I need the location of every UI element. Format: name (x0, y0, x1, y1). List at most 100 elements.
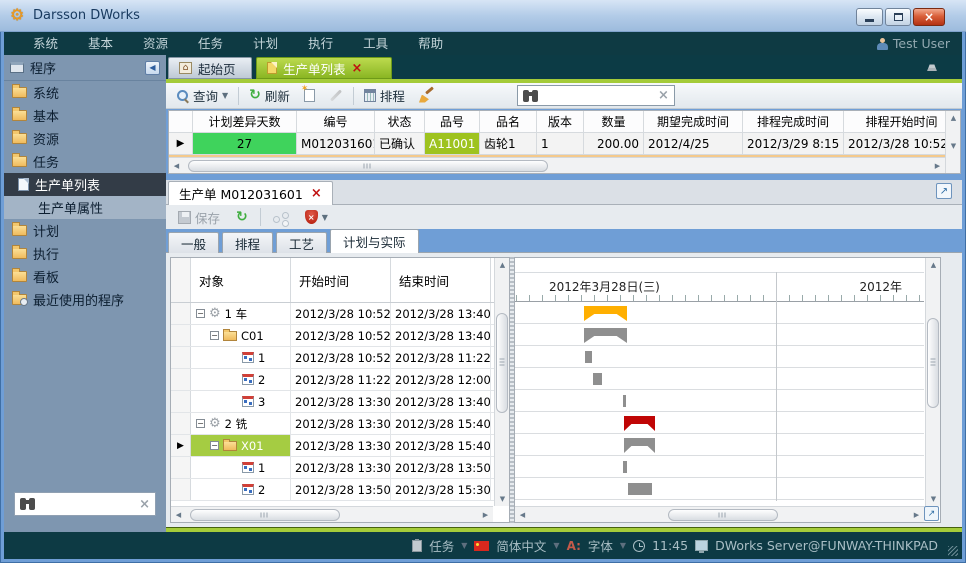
sidebar-item-execute[interactable]: 执行 (4, 242, 166, 265)
security-button[interactable]: × ▼ (301, 208, 332, 226)
detail-tab-production-order[interactable]: 生产单 M012031601 × (168, 181, 333, 205)
col-version[interactable]: 版本 (537, 111, 584, 133)
tree-row[interactable]: − 2 2012/3/28 11:22 2012/3/28 12:00 (171, 369, 509, 391)
scroll-right-icon[interactable]: ▶ (930, 159, 945, 173)
menu-basic[interactable]: 基本 (73, 32, 128, 55)
scroll-up-icon[interactable]: ▲ (946, 111, 961, 125)
col-sched-finish[interactable]: 排程完成时间 (743, 111, 844, 133)
chevron-down-icon[interactable]: ▼ (461, 541, 467, 550)
gantt-bar[interactable] (623, 461, 627, 473)
scrollbar-thumb[interactable] (668, 509, 778, 521)
scrollbar-thumb[interactable] (190, 509, 340, 521)
col-object[interactable]: 对象 (191, 258, 291, 302)
close-tab-icon[interactable]: × (352, 62, 363, 75)
col-sched-start[interactable]: 排程开始时间 (844, 111, 960, 133)
gantt-bar[interactable] (624, 438, 655, 453)
menu-execute[interactable]: 执行 (293, 32, 348, 55)
menu-plan[interactable]: 计划 (238, 32, 293, 55)
menu-help[interactable]: 帮助 (403, 32, 458, 55)
col-expected-finish[interactable]: 期望完成时间 (644, 111, 743, 133)
new-button[interactable] (300, 87, 319, 104)
sidebar-collapse-button[interactable]: ◀ (145, 61, 160, 75)
gantt-bar[interactable] (623, 395, 626, 407)
scrollbar-thumb[interactable] (496, 313, 508, 413)
resize-grip[interactable] (948, 546, 958, 556)
pin-icon[interactable] (924, 61, 940, 71)
clean-button[interactable] (415, 87, 439, 105)
gantt-bar[interactable] (624, 416, 655, 431)
refresh-detail-button[interactable]: ↻ (232, 209, 252, 226)
status-font[interactable]: 字体 (588, 536, 613, 555)
col-qty[interactable]: 数量 (584, 111, 644, 133)
clear-search-icon[interactable]: × (658, 89, 669, 102)
grid-horizontal-scrollbar[interactable]: ◀ ▶ (169, 157, 945, 173)
minimize-button[interactable] (856, 8, 883, 26)
grid-vertical-scrollbar[interactable]: ▲ ▼ (945, 111, 960, 173)
tree-row[interactable]: − 1 车 2012/3/28 10:52 2012/3/28 13:40 (171, 303, 509, 325)
col-code[interactable]: 编号 (297, 111, 375, 133)
tree-vertical-scrollbar[interactable]: ▲ ▼ (494, 258, 509, 506)
edit-button[interactable] (325, 92, 347, 99)
sidebar-item-production-order-props[interactable]: 生产单属性 (4, 196, 166, 219)
close-tab-icon[interactable]: × (311, 187, 322, 200)
tab-home[interactable]: ⌂ 起始页 (168, 57, 252, 79)
subtab-plan-vs-actual[interactable]: 计划与实际 (330, 229, 419, 253)
expander-icon[interactable]: − (196, 419, 205, 428)
popout-icon[interactable]: ↗ (924, 506, 939, 521)
chevron-down-icon[interactable]: ▼ (620, 541, 626, 550)
tree-row[interactable]: − 1 2012/3/28 13:30 2012/3/28 13:50 (171, 457, 509, 479)
gantt-bar[interactable] (585, 351, 592, 363)
tree-row[interactable]: − X01 2012/3/28 13:30 2012/3/28 15:40 (171, 435, 509, 457)
scroll-left-icon[interactable]: ◀ (169, 159, 184, 173)
col-end-time[interactable]: 结束时间 (391, 258, 491, 302)
toolbar-search-input[interactable] (543, 88, 653, 104)
scroll-left-icon[interactable]: ◀ (515, 508, 530, 522)
workflow-button[interactable] (269, 209, 293, 226)
sidebar-search-input[interactable] (40, 496, 134, 512)
col-status[interactable]: 状态 (375, 111, 425, 133)
col-part-no[interactable]: 品号 (425, 111, 480, 133)
tree-row[interactable]: − 2 2012/3/28 13:50 2012/3/28 15:30 (171, 479, 509, 501)
tree-row[interactable]: − 3 2012/3/28 13:30 2012/3/28 13:40 (171, 391, 509, 413)
sidebar-item-system[interactable]: 系统 (4, 81, 166, 104)
scrollbar-thumb[interactable] (927, 318, 939, 408)
menu-resource[interactable]: 资源 (128, 32, 183, 55)
col-plan-diff[interactable]: 计划差异天数 (193, 111, 297, 133)
scroll-up-icon[interactable]: ▲ (495, 258, 510, 272)
status-task[interactable]: 任务 (429, 536, 454, 555)
scroll-right-icon[interactable]: ▶ (478, 508, 493, 522)
gantt-bar[interactable] (628, 483, 652, 495)
col-part-name[interactable]: 品名 (480, 111, 537, 133)
tree-horizontal-scrollbar[interactable]: ◀ ▶ (171, 506, 493, 522)
scrollbar-thumb[interactable] (188, 160, 548, 172)
gantt-bar[interactable] (584, 306, 627, 321)
maximize-button[interactable] (885, 8, 911, 26)
menu-task[interactable]: 任务 (183, 32, 238, 55)
scroll-right-icon[interactable]: ▶ (909, 508, 924, 522)
sidebar-item-plan[interactable]: 计划 (4, 219, 166, 242)
scroll-left-icon[interactable]: ◀ (171, 508, 186, 522)
clear-search-icon[interactable]: × (139, 498, 150, 511)
status-language[interactable]: 简体中文 (496, 536, 546, 555)
grid-data-row[interactable]: ▶ 27 M012031601 已确认 A11001 齿轮1 1 200.00 … (169, 133, 960, 155)
tab-production-order-list[interactable]: 生产单列表 × (256, 57, 392, 79)
sidebar-item-production-order-list[interactable]: 生产单列表 (4, 173, 166, 196)
scroll-up-icon[interactable]: ▲ (926, 258, 941, 272)
tree-row[interactable]: − C01 2012/3/28 10:52 2012/3/28 13:40 (171, 325, 509, 347)
scroll-down-icon[interactable]: ▼ (946, 139, 961, 153)
save-button[interactable]: 保存 (174, 206, 224, 229)
sidebar-item-task[interactable]: 任务 (4, 150, 166, 173)
refresh-button[interactable]: ↻ 刷新 (245, 84, 294, 107)
menu-tools[interactable]: 工具 (348, 32, 403, 55)
menu-system[interactable]: 系统 (18, 32, 73, 55)
scroll-down-icon[interactable]: ▼ (926, 492, 941, 506)
sidebar-item-resource[interactable]: 资源 (4, 127, 166, 150)
query-button[interactable]: 查询 ▼ (172, 84, 232, 107)
user-menu[interactable]: Test User (877, 32, 950, 55)
scroll-down-icon[interactable]: ▼ (495, 492, 510, 506)
open-external-icon[interactable]: ↗ (936, 183, 952, 199)
expander-icon[interactable]: − (210, 331, 219, 340)
subtab-process[interactable]: 工艺 (276, 232, 327, 253)
subtab-general[interactable]: 一般 (168, 232, 219, 253)
sidebar-item-recent[interactable]: 最近使用的程序 (4, 288, 166, 311)
